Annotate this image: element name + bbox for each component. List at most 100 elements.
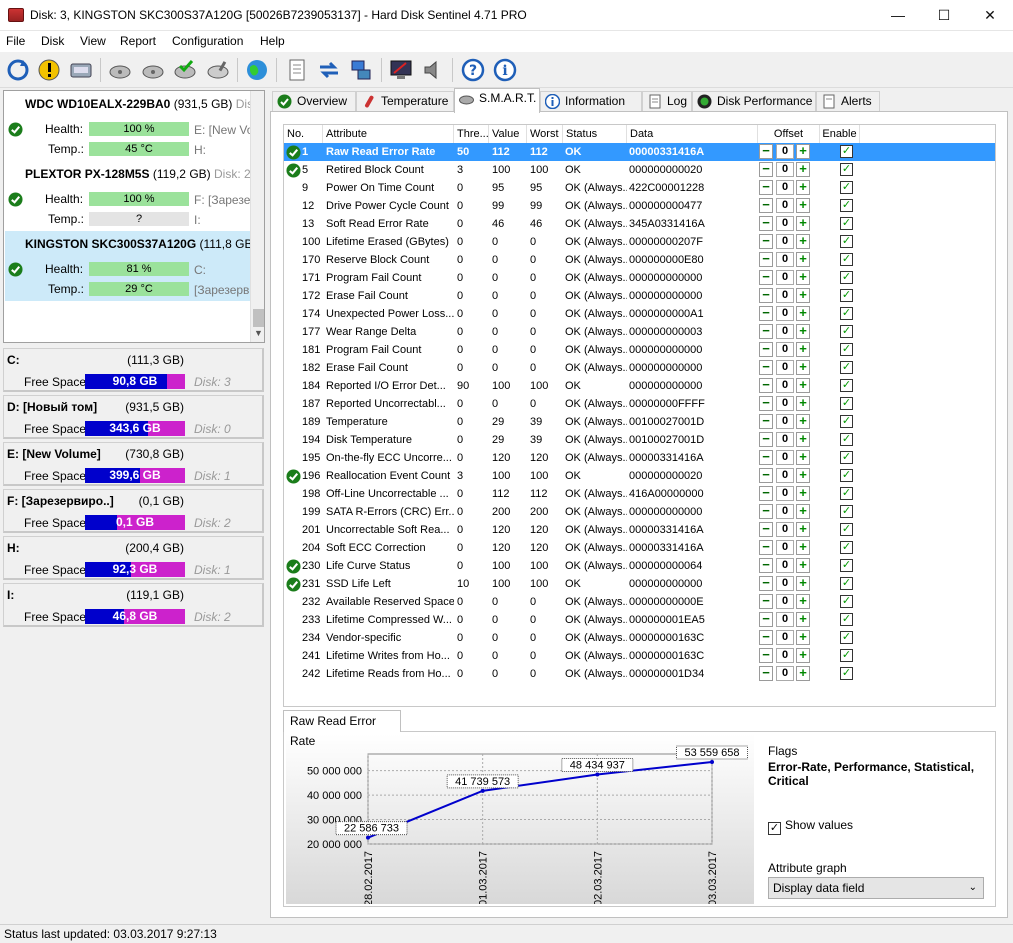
table-row[interactable]: 1 Raw Read Error Rate 50 112 112 OK 0000033141… — [284, 143, 995, 161]
enable-checkbox[interactable]: ✓ — [840, 541, 853, 554]
column-header[interactable]: Status — [563, 125, 627, 143]
offset-decrease-button[interactable]: − — [759, 414, 773, 429]
offset-decrease-button[interactable]: − — [759, 666, 773, 681]
offset-decrease-button[interactable]: − — [759, 198, 773, 213]
offset-decrease-button[interactable]: − — [759, 378, 773, 393]
offset-decrease-button[interactable]: − — [759, 594, 773, 609]
offset-value[interactable]: 0 — [776, 414, 794, 429]
offset-decrease-button[interactable]: − — [759, 180, 773, 195]
enable-checkbox[interactable]: ✓ — [840, 433, 853, 446]
table-row[interactable]: 233 Lifetime Compressed W... 0 0 0 OK (Always… — [284, 611, 995, 629]
disk-list-scrollbar[interactable]: ▼ — [250, 91, 264, 342]
attribute-graph-select[interactable]: Display data field ⌄ — [768, 877, 984, 899]
offset-increase-button[interactable]: + — [796, 144, 810, 159]
offset-increase-button[interactable]: + — [796, 252, 810, 267]
column-header[interactable]: Value — [489, 125, 527, 143]
offset-value[interactable]: 0 — [776, 486, 794, 501]
menu-disk[interactable]: Disk — [41, 34, 64, 48]
table-row[interactable]: 231 SSD Life Left 10 100 100 OK 000000000000 −0… — [284, 575, 995, 593]
offset-increase-button[interactable]: + — [796, 432, 810, 447]
enable-checkbox[interactable]: ✓ — [840, 577, 853, 590]
offset-value[interactable]: 0 — [776, 144, 794, 159]
table-row[interactable]: 201 Uncorrectable Soft Rea... 0 120 120 OK (A… — [284, 521, 995, 539]
column-header[interactable]: Data — [627, 125, 758, 143]
offset-value[interactable]: 0 — [776, 360, 794, 375]
offset-increase-button[interactable]: + — [796, 648, 810, 663]
disk-item[interactable]: KINGSTON SKC300S37A120G (111,8 GB) Healt… — [5, 231, 256, 301]
column-header[interactable]: Offset — [758, 125, 820, 143]
close-button[interactable]: ✕ — [967, 0, 1013, 31]
transfer-icon[interactable] — [316, 57, 342, 83]
disk-test-icon[interactable] — [107, 57, 133, 83]
alert-icon[interactable] — [36, 57, 62, 83]
volume-item[interactable]: C: (111,3 GB) Free Space 90,8 GB Disk: 3 — [3, 348, 264, 392]
table-row[interactable]: 9 Power On Time Count 0 95 95 OK (Always... 42… — [284, 179, 995, 197]
refresh-icon[interactable] — [5, 57, 31, 83]
offset-value[interactable]: 0 — [776, 612, 794, 627]
table-row[interactable]: 241 Lifetime Writes from Ho... 0 0 0 OK (Alwa… — [284, 647, 995, 665]
offset-increase-button[interactable]: + — [796, 630, 810, 645]
menu-view[interactable]: View — [80, 34, 106, 48]
offset-increase-button[interactable]: + — [796, 234, 810, 249]
enable-checkbox[interactable]: ✓ — [840, 415, 853, 428]
table-row[interactable]: 184 Reported I/O Error Det... 90 100 100 OK 00… — [284, 377, 995, 395]
offset-increase-button[interactable]: + — [796, 666, 810, 681]
enable-checkbox[interactable]: ✓ — [840, 487, 853, 500]
tab-overview[interactable]: Overview — [272, 91, 356, 112]
table-row[interactable]: 196 Reallocation Event Count 3 100 100 OK 0000… — [284, 467, 995, 485]
offset-value[interactable]: 0 — [776, 252, 794, 267]
help-icon[interactable]: ? — [460, 57, 486, 83]
offset-value[interactable]: 0 — [776, 216, 794, 231]
offset-value[interactable]: 0 — [776, 522, 794, 537]
offset-increase-button[interactable]: + — [796, 414, 810, 429]
offset-increase-button[interactable]: + — [796, 360, 810, 375]
offset-increase-button[interactable]: + — [796, 342, 810, 357]
offset-value[interactable]: 0 — [776, 306, 794, 321]
offset-decrease-button[interactable]: − — [759, 216, 773, 231]
volume-item[interactable]: E: [New Volume] (730,8 GB) Free Space 39… — [3, 442, 264, 486]
enable-checkbox[interactable]: ✓ — [840, 523, 853, 536]
offset-value[interactable]: 0 — [776, 630, 794, 645]
offset-value[interactable]: 0 — [776, 450, 794, 465]
monitor-icon[interactable] — [388, 57, 414, 83]
offset-increase-button[interactable]: + — [796, 324, 810, 339]
info-icon[interactable]: i — [492, 57, 518, 83]
offset-value[interactable]: 0 — [776, 378, 794, 393]
disk-icon[interactable] — [68, 57, 94, 83]
tab-information[interactable]: Information — [540, 91, 642, 112]
offset-increase-button[interactable]: + — [796, 396, 810, 411]
tab-disk-performance[interactable]: Disk Performance — [692, 91, 816, 112]
table-row[interactable]: 204 Soft ECC Correction 0 120 120 OK (Always.… — [284, 539, 995, 557]
offset-increase-button[interactable]: + — [796, 612, 810, 627]
disk-tools-icon[interactable] — [205, 57, 231, 83]
menu-file[interactable]: File — [6, 34, 25, 48]
offset-decrease-button[interactable]: − — [759, 522, 773, 537]
offset-increase-button[interactable]: + — [796, 522, 810, 537]
offset-increase-button[interactable]: + — [796, 180, 810, 195]
network-icon[interactable] — [348, 57, 374, 83]
offset-decrease-button[interactable]: − — [759, 288, 773, 303]
globe-icon[interactable] — [244, 57, 270, 83]
column-header[interactable]: Attribute — [323, 125, 454, 143]
enable-checkbox[interactable]: ✓ — [840, 559, 853, 572]
menu-configuration[interactable]: Configuration — [172, 34, 243, 48]
offset-increase-button[interactable]: + — [796, 450, 810, 465]
table-row[interactable]: 195 On-the-fly ECC Uncorre... 0 120 120 OK (A… — [284, 449, 995, 467]
offset-value[interactable]: 0 — [776, 540, 794, 555]
enable-checkbox[interactable]: ✓ — [840, 505, 853, 518]
offset-value[interactable]: 0 — [776, 468, 794, 483]
offset-value[interactable]: 0 — [776, 180, 794, 195]
offset-decrease-button[interactable]: − — [759, 576, 773, 591]
offset-increase-button[interactable]: + — [796, 288, 810, 303]
disk-check-icon[interactable] — [140, 57, 166, 83]
menu-report[interactable]: Report — [120, 34, 156, 48]
offset-value[interactable]: 0 — [776, 666, 794, 681]
offset-increase-button[interactable]: + — [796, 306, 810, 321]
enable-checkbox[interactable]: ✓ — [840, 451, 853, 464]
offset-value[interactable]: 0 — [776, 594, 794, 609]
table-row[interactable]: 13 Soft Read Error Rate 0 46 46 OK (Always...… — [284, 215, 995, 233]
offset-value[interactable]: 0 — [776, 648, 794, 663]
offset-value[interactable]: 0 — [776, 504, 794, 519]
offset-value[interactable]: 0 — [776, 270, 794, 285]
offset-decrease-button[interactable]: − — [759, 270, 773, 285]
